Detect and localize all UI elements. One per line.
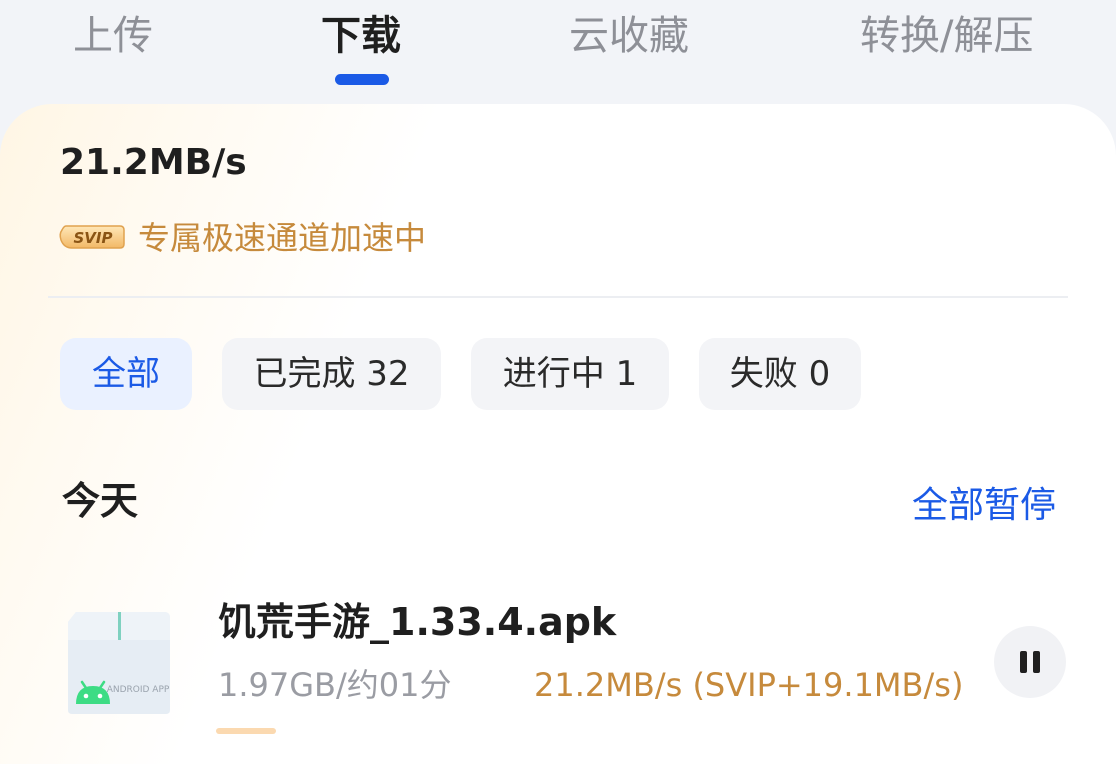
download-progress-bar — [216, 728, 276, 734]
android-apk-icon: ANDROID APP — [68, 612, 170, 714]
top-tab-bar: 上传 下载 云收藏 转换/解压 — [0, 0, 1116, 104]
active-tab-indicator — [335, 74, 389, 85]
tab-convert-unzip[interactable]: 转换/解压 — [860, 8, 1033, 64]
tab-upload[interactable]: 上传 — [73, 8, 153, 64]
acceleration-status: 专属极速通道加速中 — [138, 219, 427, 257]
file-size-eta: 1.97GB/约01分 — [218, 666, 452, 704]
svip-badge-text: SVIP — [74, 229, 113, 247]
file-download-speed: 21.2MB/s (SVIP+19.1MB/s) — [534, 666, 964, 704]
file-name: 饥荒手游_1.33.4.apk — [218, 600, 617, 644]
svip-badge-icon: SVIP — [59, 225, 125, 249]
pause-download-button[interactable] — [994, 626, 1066, 698]
filter-all[interactable]: 全部 — [60, 338, 192, 410]
divider — [48, 296, 1068, 298]
filter-in-progress[interactable]: 进行中 1 — [471, 338, 669, 410]
apk-icon-label: ANDROID APP — [107, 685, 170, 695]
pause-icon — [1020, 651, 1040, 673]
tab-cloud-favorites[interactable]: 云收藏 — [569, 8, 689, 64]
total-download-speed: 21.2MB/s — [60, 142, 247, 183]
pause-all-button[interactable]: 全部暂停 — [912, 484, 1056, 528]
filter-completed[interactable]: 已完成 32 — [222, 338, 441, 410]
section-title-today: 今天 — [62, 479, 139, 523]
tab-download[interactable]: 下载 — [321, 8, 401, 64]
filter-failed[interactable]: 失败 0 — [699, 338, 861, 410]
